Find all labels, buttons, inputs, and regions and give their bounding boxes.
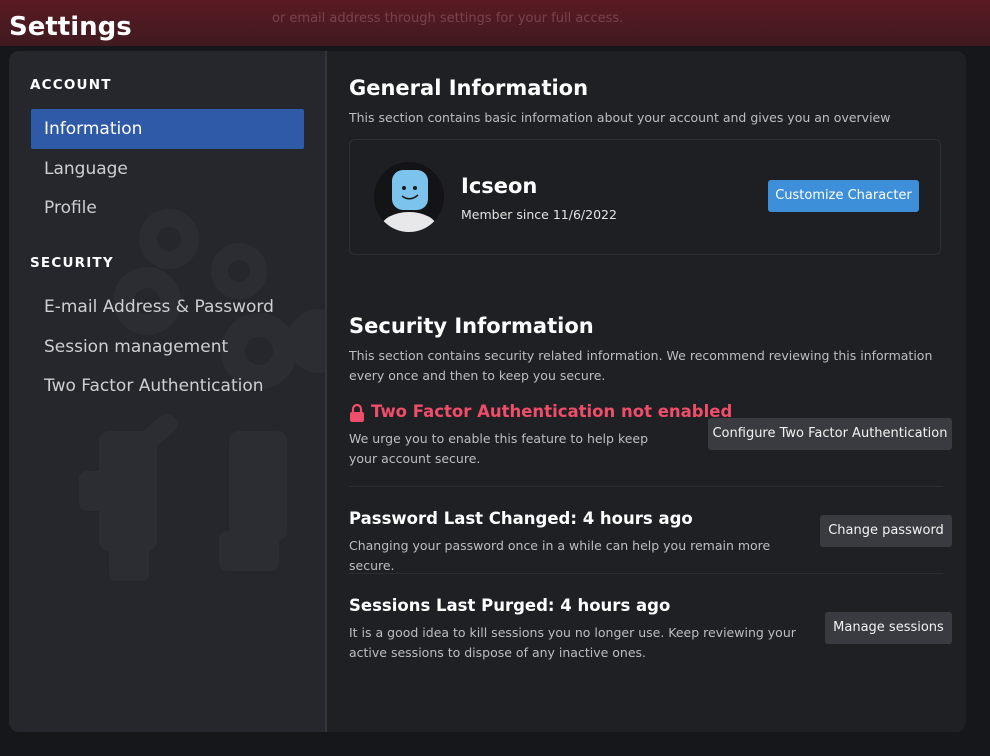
sidebar-item-information[interactable]: Information bbox=[31, 109, 304, 149]
settings-panel: ACCOUNT Information Language Profile SEC… bbox=[9, 51, 966, 732]
notification-banner: or email address through settings for yo… bbox=[0, 0, 990, 46]
page-title: Settings bbox=[9, 12, 132, 42]
member-since: Member since 11/6/2022 bbox=[461, 207, 617, 222]
password-description: Changing your password once in a while c… bbox=[349, 538, 771, 573]
sidebar-item-profile[interactable]: Profile bbox=[31, 188, 304, 228]
avatar[interactable] bbox=[374, 162, 444, 232]
security-info-description: This section contains security related i… bbox=[349, 348, 933, 383]
avatar-image bbox=[381, 170, 437, 232]
lock-icon bbox=[350, 404, 364, 422]
change-password-button[interactable]: Change password bbox=[820, 515, 952, 547]
sidebar-item-email-password[interactable]: E-mail Address & Password bbox=[31, 287, 304, 327]
username: Icseon bbox=[461, 174, 538, 198]
security-heading: SECURITY bbox=[30, 255, 114, 271]
divider bbox=[349, 486, 943, 487]
profile-card: Icseon Member since 11/6/2022 Customize … bbox=[349, 139, 941, 255]
settings-sidebar: ACCOUNT Information Language Profile SEC… bbox=[9, 51, 327, 732]
sidebar-item-session-management[interactable]: Session management bbox=[31, 327, 304, 367]
manage-sessions-button[interactable]: Manage sessions bbox=[825, 612, 952, 644]
divider bbox=[349, 573, 943, 574]
configure-two-factor-button[interactable]: Configure Two Factor Authentication bbox=[708, 418, 952, 450]
sidebar-item-two-factor[interactable]: Two Factor Authentication bbox=[31, 366, 304, 406]
sessions-last-purged-title: Sessions Last Purged: 4 hours ago bbox=[349, 596, 671, 615]
settings-content: General Information This section contain… bbox=[349, 51, 952, 732]
password-last-changed-title: Password Last Changed: 4 hours ago bbox=[349, 509, 693, 528]
banner-text: or email address through settings for yo… bbox=[272, 11, 624, 26]
account-heading: ACCOUNT bbox=[30, 77, 112, 93]
customize-character-button[interactable]: Customize Character bbox=[768, 180, 919, 212]
general-info-description: This section contains basic information … bbox=[349, 110, 891, 125]
general-info-title: General Information bbox=[349, 76, 589, 100]
sessions-description: It is a good idea to kill sessions you n… bbox=[349, 625, 796, 660]
sidebar-item-language[interactable]: Language bbox=[31, 149, 304, 189]
security-info-title: Security Information bbox=[349, 314, 594, 338]
two-factor-alert-title: Two Factor Authentication not enabled bbox=[371, 402, 733, 421]
two-factor-description: We urge you to enable this feature to he… bbox=[349, 431, 649, 466]
